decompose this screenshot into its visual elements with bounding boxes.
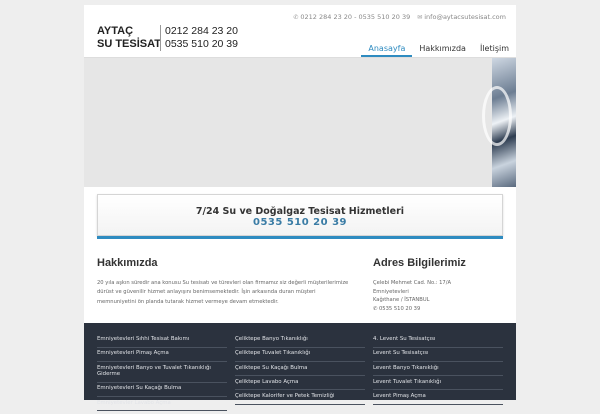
footer-link[interactable]: Çeliktepe Tuvalet Tıkanıklığı xyxy=(235,350,365,362)
banner-accent-line xyxy=(97,236,503,239)
page-container: AYTAÇ SU TESİSAT 0212 284 23 20 0535 510… xyxy=(84,5,516,412)
address-section: Adres Bilgilerimiz Çelebi Mehmet Cad. No… xyxy=(373,257,503,313)
footer-link[interactable]: Levent Pimaş Açma xyxy=(373,393,503,405)
address-title: Adres Bilgilerimiz xyxy=(373,257,466,269)
logo-line-1: AYTAÇ xyxy=(97,25,134,37)
banner-title: 7/24 Su ve Doğalgaz Tesisat Hizmetleri xyxy=(195,206,405,217)
footer-link[interactable]: Levent Tuvalet Tıkanıklığı xyxy=(373,379,503,391)
top-email[interactable]: info@aytacsutesisat.com xyxy=(424,13,506,21)
header-phone-1: 0212 284 23 20 xyxy=(165,25,238,37)
footer-link[interactable]: Emniyetevleri Banyo ve Tuvalet Tıkanıklı… xyxy=(97,365,227,383)
footer-link[interactable]: Emniyetevler Lavabo Açma xyxy=(97,400,227,412)
slider-image xyxy=(482,58,516,187)
footer-link[interactable]: Çeliktepe Su Kaçağı Bulma xyxy=(235,365,365,377)
footer-link[interactable]: Emniyetevleri Su Kaçağı Bulma xyxy=(97,385,227,397)
footer-links: Emniyetevleri Sıhhi Tesisat Bakımı Emniy… xyxy=(84,323,516,412)
service-banner: 7/24 Su ve Doğalgaz Tesisat Hizmetleri 0… xyxy=(97,194,503,236)
site-header: AYTAÇ SU TESİSAT 0212 284 23 20 0535 510… xyxy=(84,5,516,57)
about-title: Hakkımızda xyxy=(97,257,158,269)
footer-link[interactable]: Emniyetevleri Pimaş Açma xyxy=(97,350,227,362)
header-phones: 0212 284 23 20 0535 510 20 39 xyxy=(165,25,238,51)
address-phone-number[interactable]: 0535 510 20 39 xyxy=(379,306,420,312)
envelope-icon: ✉ xyxy=(417,14,423,21)
banner-phone[interactable]: 0535 510 20 39 xyxy=(98,217,502,228)
footer-link[interactable]: 4. Levent Su Tesisatçısı xyxy=(373,336,503,348)
logo-line-2: SU TESİSAT xyxy=(97,38,161,50)
footer-column-3: 4. Levent Su Tesisatçısı Levent Su Tesis… xyxy=(373,336,503,407)
header-phone-2: 0535 510 20 39 xyxy=(165,38,238,50)
phone-icon: ✆ xyxy=(293,14,299,21)
footer-link[interactable]: Emniyetevleri Sıhhi Tesisat Bakımı xyxy=(97,336,227,348)
nav-item-iletisim[interactable]: İletişim xyxy=(473,43,516,57)
site-logo[interactable]: AYTAÇ SU TESİSAT xyxy=(97,25,161,51)
footer-link[interactable]: Levent Banyo Tıkanıklığı xyxy=(373,365,503,377)
main-nav: Anasayfa Hakkımızda İletişim xyxy=(361,43,516,57)
about-section: Hakkımızda 20 yıla aşkın süredir ana kon… xyxy=(97,257,352,307)
address-line-1: Çelebi Mehmet Cad. No.: 17/A xyxy=(373,280,452,286)
logo-divider xyxy=(160,25,161,51)
footer-link[interactable]: Çeliktepe Banyo Tıkanıklığı xyxy=(235,336,365,348)
footer-link[interactable]: Çeliktepe Lavabo Açma xyxy=(235,379,365,391)
address-phone: ✆ 0535 510 20 39 xyxy=(373,305,503,314)
footer-column-1: Emniyetevleri Sıhhi Tesisat Bakımı Emniy… xyxy=(97,336,227,414)
nav-item-hakkimizda[interactable]: Hakkımızda xyxy=(412,43,473,57)
footer-link[interactable]: Çeliktepe Kalorifer ve Petek Temizliği xyxy=(235,393,365,405)
nav-item-anasayfa[interactable]: Anasayfa xyxy=(361,43,413,57)
address-line-2: Emniyetevleri xyxy=(373,288,409,295)
footer-column-2: Çeliktepe Banyo Tıkanıklığı Çeliktepe Tu… xyxy=(235,336,365,407)
about-text: 20 yıla aşkın süredir ana konusu Su tesi… xyxy=(97,280,349,305)
footer-link[interactable]: Levent Su Tesisatçısı xyxy=(373,350,503,362)
address-line-3: Kağıthane / İSTANBUL xyxy=(373,297,430,304)
top-contact-bar: ✆ 0212 284 23 20 - 0535 510 20 39 ✉ info@ay… xyxy=(293,13,506,21)
hero-slider[interactable] xyxy=(84,57,516,187)
top-phones: 0212 284 23 20 - 0535 510 20 39 xyxy=(300,13,411,21)
